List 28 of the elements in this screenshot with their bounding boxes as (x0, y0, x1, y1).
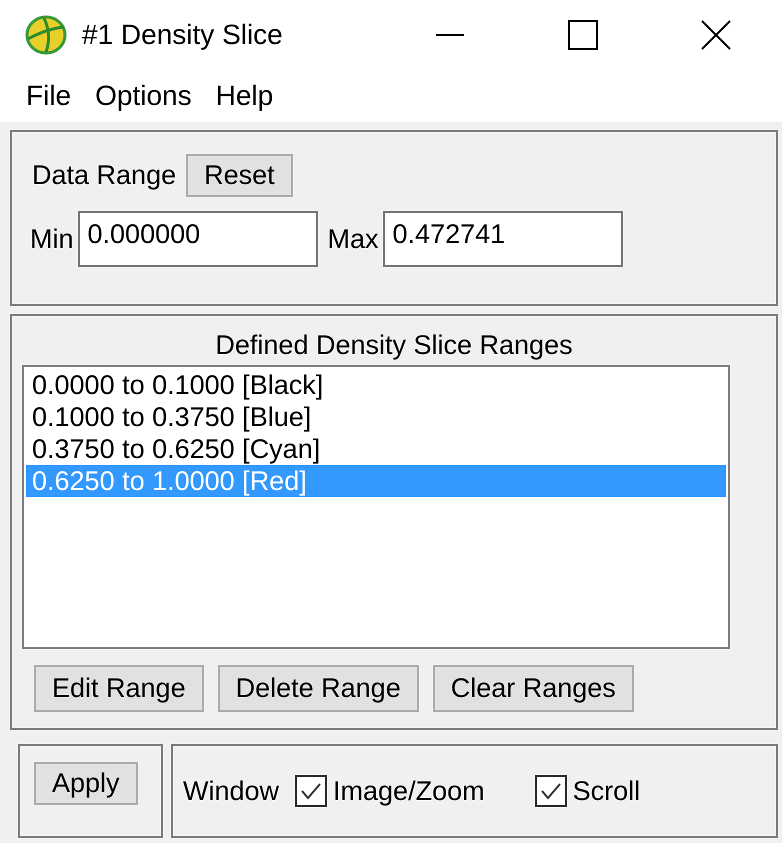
min-field[interactable]: 0.000000 (78, 211, 318, 267)
ranges-title: Defined Density Slice Ranges (214, 330, 574, 361)
range-item[interactable]: 0.0000 to 0.1000 [Black] (26, 369, 726, 401)
menu-item[interactable]: File (14, 80, 84, 112)
range-button[interactable]: Edit Range (34, 665, 204, 712)
range-item[interactable]: 0.1000 to 0.3750 [Blue] (26, 401, 726, 433)
checkbox[interactable] (295, 775, 328, 807)
range-item[interactable]: 0.3750 to 0.6250 [Cyan] (26, 433, 726, 465)
max-label: Max (328, 224, 379, 254)
checkbox-label[interactable]: Scroll (572, 776, 640, 806)
window-title: #1 Density Slice (82, 19, 283, 51)
min-label: Min (30, 224, 74, 254)
apply-button[interactable]: Apply (34, 762, 138, 805)
checkbox-label[interactable]: Image/Zoom (333, 776, 485, 806)
range-button[interactable]: Delete Range (218, 665, 419, 712)
data-range-label: Data Range (32, 160, 176, 191)
menu-item[interactable]: Help (204, 80, 286, 112)
ranges-list[interactable]: 0.0000 to 0.1000 [Black] 0.1000 to 0.3750 [Blue] 0.3750 to 0.6250 [Cyan] 0.6250 to 1.0000 [Red] (22, 365, 730, 649)
menu-item[interactable]: Options (83, 80, 204, 112)
maximize-icon[interactable] (568, 20, 598, 50)
reset-button[interactable]: Reset (186, 154, 293, 197)
globe-icon (24, 15, 68, 55)
minimize-icon[interactable] (436, 33, 464, 37)
max-field[interactable]: 0.472741 (382, 211, 623, 267)
checkbox[interactable] (534, 775, 567, 807)
range-button[interactable]: Clear Ranges (432, 665, 634, 712)
close-icon[interactable] (700, 20, 730, 50)
window-label: Window (183, 776, 280, 806)
